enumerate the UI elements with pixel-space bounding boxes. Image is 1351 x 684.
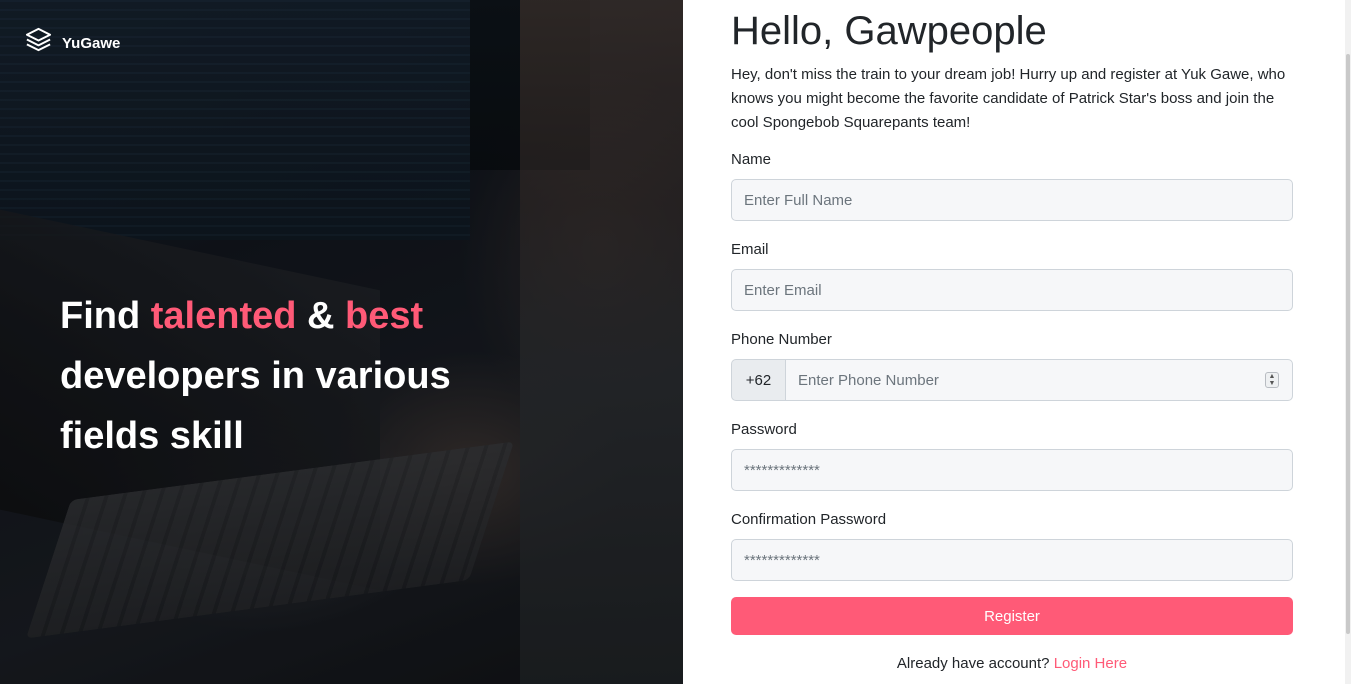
hero-panel: YuGawe Find talented & best developers i… <box>0 0 683 684</box>
register-button[interactable]: Register <box>731 597 1293 635</box>
password-input[interactable] <box>731 449 1293 491</box>
hero-headline: Find talented & best developers in vario… <box>60 286 480 466</box>
scrollbar-thumb[interactable] <box>1346 54 1350 634</box>
name-label: Name <box>731 151 772 168</box>
login-prompt-text: Already have account? <box>896 655 1054 672</box>
headline-text-find: Find <box>60 295 151 337</box>
phone-input[interactable] <box>785 359 1293 401</box>
number-spinner-icon[interactable]: ▲ ▼ <box>1265 372 1279 388</box>
headline-line-3: fields skill <box>60 415 244 457</box>
page-title: Hello, Gawpeople <box>731 9 1047 53</box>
email-label: Email <box>731 241 769 258</box>
name-input[interactable] <box>731 179 1293 221</box>
register-form-panel: Hello, Gawpeople Hey, don't miss the tra… <box>683 0 1351 684</box>
email-input[interactable] <box>731 269 1293 311</box>
layers-icon <box>24 26 53 60</box>
phone-label: Phone Number <box>731 331 832 348</box>
confirm-password-input[interactable] <box>731 539 1293 581</box>
headline-text-and: & <box>296 295 346 337</box>
brand-name: YuGawe <box>62 34 121 52</box>
headline-accent-best: best <box>345 295 424 337</box>
phone-field-wrap: ▲▼ <box>785 359 1293 401</box>
login-prompt: Already have account? Login Here <box>731 655 1293 672</box>
scrollbar[interactable] <box>1345 0 1351 684</box>
headline-accent-talented: talented <box>150 295 297 337</box>
login-link[interactable]: Login Here <box>1054 655 1127 672</box>
brand-logo[interactable]: YuGawe <box>24 26 120 60</box>
phone-input-group: +62 ▲▼ <box>731 359 1293 401</box>
intro-text: Hey, don't miss the train to your dream … <box>731 66 1286 131</box>
register-form: Hello, Gawpeople Hey, don't miss the tra… <box>731 0 1293 672</box>
password-label: Password <box>731 421 797 438</box>
phone-prefix: +62 <box>731 359 785 401</box>
headline-line-2: developers in various <box>60 355 451 397</box>
confirm-password-label: Confirmation Password <box>731 511 887 528</box>
